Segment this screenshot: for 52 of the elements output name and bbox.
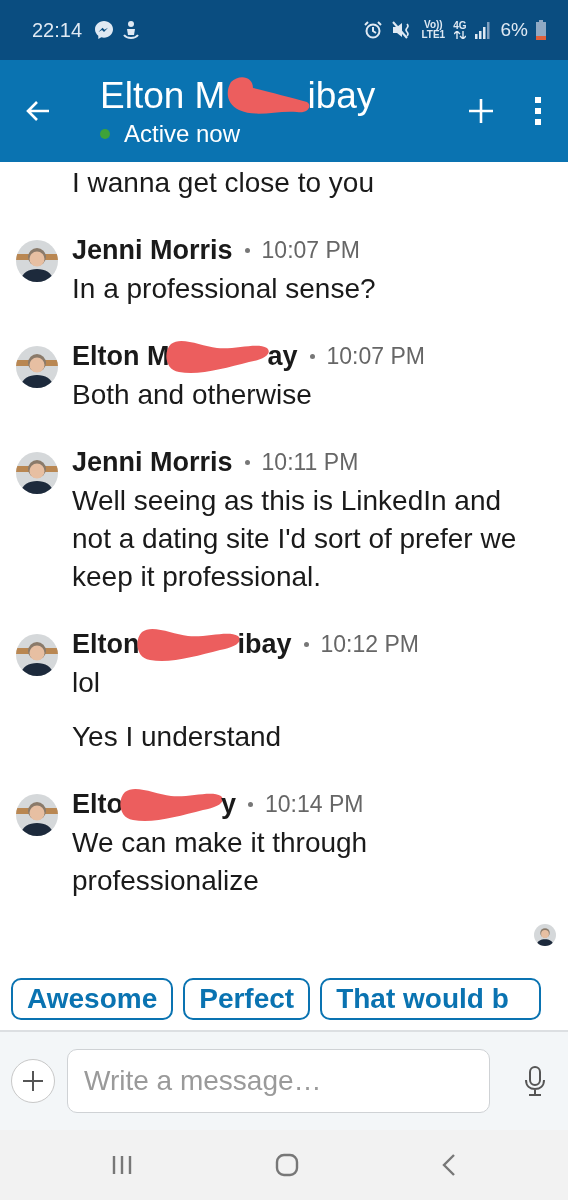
separator-dot (309, 353, 315, 359)
message-input[interactable]: Write a message… (67, 1049, 490, 1113)
separator-dot (303, 641, 309, 647)
battery-icon (536, 20, 546, 40)
messenger-icon (94, 20, 115, 40)
suggestion-chip[interactable]: That would b (320, 978, 541, 1020)
network-label: 4G (453, 21, 467, 31)
sender-name-end: y (221, 788, 237, 820)
microphone-icon[interactable] (524, 1066, 546, 1096)
message-time: 10:07 PM (261, 236, 360, 264)
sender-name: Elto (72, 788, 123, 820)
separator-dot (244, 459, 250, 465)
message-time: 10:07 PM (326, 342, 425, 370)
figure-icon (122, 20, 141, 40)
back-icon[interactable] (441, 1153, 457, 1177)
suggestion-chip[interactable]: Perfect (183, 978, 311, 1020)
message-time: 10:14 PM (265, 790, 364, 818)
suggestion-chip[interactable]: Awesome (11, 978, 174, 1020)
message-text: Well seeing as this is LinkedIn and not a dating site I'd sort of prefer we keep it professional. (72, 484, 518, 594)
sender-name-end: ay (267, 340, 298, 372)
presence-status: Active now (124, 120, 241, 148)
battery-percent: 6% (500, 19, 528, 41)
sender-name-end: ibay (237, 628, 292, 660)
clock: 22:14 (32, 18, 83, 42)
data-arrows-icon (453, 31, 466, 39)
read-receipt-avatar (534, 924, 556, 946)
attach-button[interactable] (11, 1059, 55, 1103)
sender-name: Jenni Morris (72, 234, 233, 266)
plus-icon (21, 1069, 45, 1093)
alarm-icon (363, 20, 384, 40)
add-icon[interactable] (468, 98, 494, 124)
back-arrow-icon[interactable] (26, 100, 50, 122)
message-time: 10:12 PM (320, 630, 419, 658)
message-text: In a professional sense? (72, 272, 377, 306)
contact-name-end: ibay (307, 74, 376, 118)
home-icon[interactable] (275, 1153, 299, 1177)
separator-dot (248, 801, 254, 807)
contact-name: Elton M (100, 74, 226, 118)
message-time: 10:11 PM (261, 448, 359, 476)
volte-label: Vo)) (423, 20, 443, 30)
lte-label: LTE1 (421, 30, 446, 40)
sender-name: Elton (72, 628, 140, 660)
more-options-icon[interactable] (534, 97, 542, 125)
message-text: lol (72, 666, 101, 700)
sender-name: Jenni Morris (72, 446, 233, 478)
signal-icon (474, 21, 491, 39)
message-text: I wanna get close to you (72, 166, 375, 200)
message-text: Both and otherwise (72, 378, 313, 412)
separator-dot (244, 247, 250, 253)
message-text: Yes I understand (72, 720, 283, 754)
message-text: We can make it through professionalize (72, 826, 369, 898)
recent-apps-icon[interactable] (111, 1154, 133, 1176)
